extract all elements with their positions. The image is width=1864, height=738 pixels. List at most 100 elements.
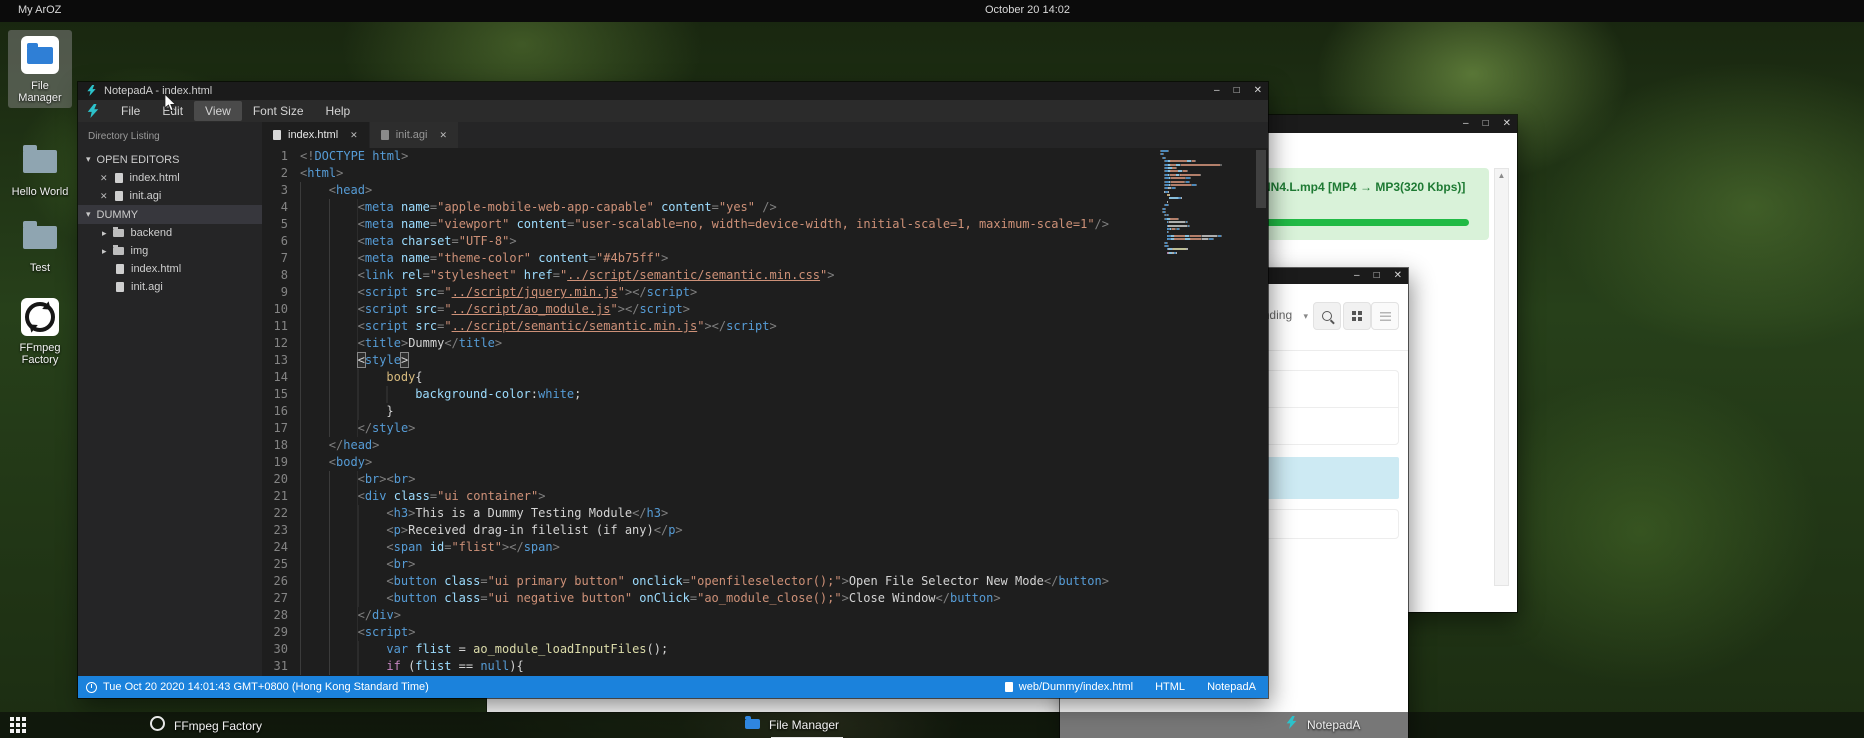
code-token: < [358,217,365,231]
editor-scrollbar[interactable] [1254,148,1268,676]
section-dummy[interactable]: ▾DUMMY [78,205,262,224]
code-token: script [639,302,682,316]
desktop-icon-ffmpeg-factory[interactable]: FFmpeg Factory [8,292,72,370]
code-token: = [480,574,487,588]
tree-item-label: index.html [131,263,181,275]
close-icon[interactable]: ✕ [1503,119,1511,129]
close-icon[interactable]: ✕ [100,191,108,202]
line-number: 26 [262,573,300,590]
minimize-icon[interactable]: – [1463,119,1469,129]
grid-view-button[interactable] [1343,302,1371,330]
close-icon[interactable]: ✕ [1254,86,1262,96]
close-icon[interactable]: ✕ [100,173,108,184]
minimize-icon[interactable]: – [1214,86,1220,96]
code-token: h3 [394,506,408,520]
tree-item-index-html[interactable]: ✕index.html [78,169,262,187]
minimap-token [1213,238,1214,240]
code-token: Close Window [849,591,936,605]
desktop-icon-label: Test [8,262,72,274]
taskbar: FFmpeg Factory File Manager NotepadA [0,712,1864,738]
indent-guide [300,522,386,539]
minimap-indent [1160,252,1167,254]
line-number: 3 [262,182,300,199]
maximize-icon[interactable]: □ [1483,119,1489,129]
code-token: meta [365,217,401,231]
minimize-icon[interactable]: – [1354,271,1360,281]
code-token: > [401,149,408,163]
code-line: 5<meta name="viewport" content="user-sca… [262,216,1254,233]
line-number: 23 [262,522,300,539]
tree-item-init-agi[interactable]: init.agi [78,278,262,296]
minimap-line [1160,187,1252,189]
section-open-editors[interactable]: ▾OPEN EDITORS [78,150,262,169]
code-token: </ [329,438,343,452]
indent-guide [300,454,329,471]
app-launcher-button[interactable] [10,717,26,733]
menu-view[interactable]: View [194,101,242,121]
code-token: script [365,302,416,316]
code-token: style [365,353,401,367]
taskbar-item-file-manager[interactable]: File Manager [745,716,839,736]
minimap-line [1160,167,1252,169]
notepada-titlebar[interactable]: NotepadA - index.html – □ ✕ [78,82,1268,100]
tree-item-init-agi[interactable]: ✕init.agi [78,187,262,205]
minimap-token [1168,204,1169,206]
tree-item-backend[interactable]: ▸backend [78,224,262,242]
close-icon[interactable]: ✕ [1394,271,1402,281]
minimap-line [1160,181,1252,183]
caret-down-icon: ▾ [86,154,91,165]
code-token: < [386,557,393,571]
code-token: ; [574,387,581,401]
search-button[interactable] [1313,302,1341,330]
code-token: div [365,489,394,503]
system-clock: October 20 14:02 [985,4,1070,16]
code-token: script [365,285,416,299]
code-token: "viewport" [437,217,509,231]
line-number: 10 [262,301,300,318]
minimap-token [1173,248,1186,250]
code-token: </ [936,591,950,605]
ffmpeg-scrollbar[interactable]: ▲ [1494,168,1509,586]
tree-item-img[interactable]: ▸img [78,242,262,260]
system-menu-title[interactable]: My ArOZ [18,4,61,16]
minimap-line [1160,197,1252,199]
menu-font-size[interactable]: Font Size [242,101,315,121]
code-token: > [408,421,415,435]
taskbar-item-notepada[interactable]: NotepadA [1285,716,1360,736]
search-icon [1322,311,1332,321]
code-token: class [444,574,480,588]
notepada-window[interactable]: NotepadA - index.html – □ ✕ FileEditView… [78,82,1268,698]
taskbar-item-ffmpeg-factory[interactable]: FFmpeg Factory [150,716,262,738]
code-token: flist [415,659,451,673]
grid-icon [10,717,14,721]
minimap-line [1160,184,1252,186]
close-tab-icon[interactable]: ✕ [439,130,447,141]
app-tile [21,36,59,74]
code-token: class [394,489,430,503]
scroll-up-icon[interactable]: ▲ [1495,169,1508,183]
status-language[interactable]: HTML [1155,681,1185,693]
top-bar: My ArOZ October 20 14:02 [0,0,1864,22]
menu-file[interactable]: File [110,101,151,121]
code-editor[interactable]: 1<!DOCTYPE html>2<html>3<head>4<meta nam… [262,148,1254,676]
list-view-button[interactable] [1371,302,1399,330]
code-token: background-color [415,387,531,401]
desktop-icon-file-manager[interactable]: File Manager [8,30,72,108]
desktop-icon-label: File Manager [8,80,72,104]
tree-item-index-html[interactable]: index.html [78,260,262,278]
code-token: ../script/semantic/semantic.min.js [452,319,698,333]
tab-index-html[interactable]: index.html✕ [262,122,369,148]
scrollbar-thumb[interactable] [1256,150,1266,208]
code-line: 14body{ [262,369,1254,386]
minimap[interactable] [1160,150,1252,278]
code-token: if [386,659,400,673]
line-number: 9 [262,284,300,301]
menu-help[interactable]: Help [315,101,362,121]
convert-arrows-icon [25,302,55,332]
tab-init-agi[interactable]: init.agi✕ [370,122,458,148]
desktop-icon-hello-world[interactable]: Hello World [8,136,72,202]
close-tab-icon[interactable]: ✕ [350,130,358,141]
maximize-icon[interactable]: □ [1234,86,1240,96]
maximize-icon[interactable]: □ [1374,271,1380,281]
desktop-icon-test[interactable]: Test [8,212,72,278]
